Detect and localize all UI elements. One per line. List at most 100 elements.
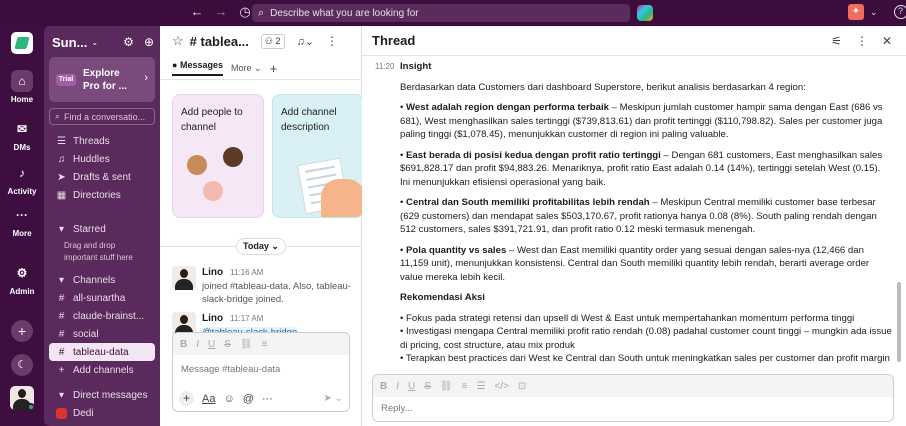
kebab-menu-icon[interactable]: ⋮ <box>856 34 868 48</box>
user-avatar[interactable] <box>10 386 34 410</box>
history-nav: ← → ◷ <box>188 4 254 20</box>
workspace-logo-icon[interactable] <box>11 32 33 54</box>
slack-ai-icon[interactable] <box>637 5 653 21</box>
rail-more[interactable]: ··· More <box>0 204 44 238</box>
insight-point: • West adalah region dengan performa ter… <box>400 102 883 140</box>
tab-messages-label: Messages <box>179 60 223 70</box>
search-placeholder: Describe what you are looking for <box>270 7 419 19</box>
composer-placeholder[interactable]: Message #tableau-data <box>173 355 349 384</box>
help-icon[interactable]: ? <box>893 5 906 19</box>
bold-icon[interactable]: B <box>180 339 187 350</box>
rail-home[interactable]: ⌂ Home <box>0 70 44 104</box>
message-composer[interactable]: B I U S ⛓ ≡ Message #tableau-data + Aa ☺… <box>172 332 350 412</box>
mention-icon[interactable]: @ <box>243 393 254 405</box>
send-icon[interactable]: ➤ ⌄ <box>323 393 343 404</box>
link-icon[interactable]: ⛓ <box>440 381 453 392</box>
add-people-card[interactable]: Add people to channel <box>172 94 264 218</box>
reply-composer[interactable]: B I U S ⛓ ≡ ☰ </> ⊡ Reply... <box>372 374 894 422</box>
rail-activity[interactable]: ♪ Activity <box>0 162 44 196</box>
italic-icon[interactable]: I <box>196 339 199 350</box>
recommendation-item: • Terapkan best practices dari West ke C… <box>400 353 890 364</box>
channel-label: social <box>73 328 99 340</box>
date-jump-button[interactable]: Today ⌄ <box>236 238 286 255</box>
add-workspace-button[interactable]: + <box>11 320 33 342</box>
chevron-down-icon[interactable]: ⌄ <box>91 38 98 47</box>
theme-moon-icon[interactable]: ☾ <box>11 354 33 376</box>
forward-arrow-icon[interactable]: → <box>212 4 230 20</box>
search-bar[interactable]: ⌕ Describe what you are looking for <box>252 4 630 22</box>
back-arrow-icon[interactable]: ← <box>188 4 206 20</box>
sidebar-item-huddles[interactable]: ♫ Huddles <box>44 150 160 168</box>
thread-settings-icon[interactable]: ⚟ <box>831 34 842 48</box>
code-block-icon[interactable]: ⊡ <box>518 381 526 392</box>
dm-label: Direct messages <box>73 389 148 401</box>
trial-banner[interactable]: Trial Explore Pro for ... › <box>49 57 155 102</box>
tab-more[interactable]: More ⌄ <box>231 63 262 74</box>
scrollbar[interactable] <box>897 282 901 362</box>
recommendation-item: • Fokus pada strategi retensi dan upsell… <box>400 312 855 324</box>
starred-header[interactable]: ▾ Starred <box>44 220 160 238</box>
more-actions-icon[interactable]: ··· <box>262 393 273 405</box>
underline-icon[interactable]: U <box>408 381 415 392</box>
find-conversation-input[interactable]: ⌕ Find a conversatio... <box>49 108 155 125</box>
settings-gear-icon[interactable]: ⚙ <box>123 35 134 49</box>
close-icon[interactable]: ✕ <box>882 34 892 48</box>
reply-placeholder[interactable]: Reply... <box>373 397 893 420</box>
message-timestamp[interactable]: 11:20 <box>375 62 394 71</box>
member-count-button[interactable]: ⚇ 2 <box>260 33 285 49</box>
text-format-icon[interactable]: Aa <box>202 393 215 405</box>
sidebar-item-channel-social[interactable]: # social <box>44 325 160 343</box>
strikethrough-icon[interactable]: S <box>224 339 231 350</box>
online-status-dot <box>27 403 34 410</box>
dm-header[interactable]: ▾ Direct messages <box>44 386 160 404</box>
rail-dms[interactable]: ✉ DMs <box>0 118 44 152</box>
channel-name[interactable]: # tablea... <box>190 34 249 49</box>
avatar[interactable] <box>172 266 196 290</box>
chevron-down-icon[interactable]: ⌄ <box>870 7 878 18</box>
search-icon: ⌕ <box>55 111 61 121</box>
sidebar-item-dm-dedi[interactable]: Dedi <box>44 404 160 422</box>
message-timestamp[interactable]: 11:17 AM <box>230 314 263 323</box>
workspace-name[interactable]: Sun... <box>52 35 87 50</box>
attach-plus-icon[interactable]: + <box>179 391 194 406</box>
card-label: Add channel description <box>281 107 337 133</box>
message-author[interactable]: Lino <box>202 313 223 324</box>
status-flag-icon[interactable]: ✦ <box>848 4 864 20</box>
underline-icon[interactable]: U <box>208 339 215 350</box>
recommendation-heading: Rekomendasi Aksi <box>400 292 485 303</box>
ordered-list-icon[interactable]: ≡ <box>462 381 468 392</box>
add-channels-button[interactable]: + Add channels <box>44 361 160 379</box>
rail-admin[interactable]: ⚙ Admin <box>0 262 44 296</box>
sidebar-item-drafts[interactable]: ➤ Drafts & sent <box>44 168 160 186</box>
directory-icon: ▦ <box>56 189 67 201</box>
italic-icon[interactable]: I <box>396 381 399 392</box>
message-timestamp[interactable]: 11:16 AM <box>230 268 263 277</box>
tab-messages[interactable]: ● Messages <box>172 60 223 76</box>
add-tab-icon[interactable]: + <box>270 61 278 76</box>
thread-pane: Thread ⚟ ⋮ ✕ 11:20 Insight Berdasarkan d… <box>362 26 906 426</box>
dm-section: ▾ Direct messages Dedi <box>44 386 160 422</box>
sidebar-item-channel-all-sunartha[interactable]: # all-sunartha <box>44 289 160 307</box>
kebab-menu-icon[interactable]: ⋮ <box>326 34 338 48</box>
sidebar-item-channel-claude[interactable]: # claude-brainst... <box>44 307 160 325</box>
strikethrough-icon[interactable]: S <box>424 381 431 392</box>
emoji-icon[interactable]: ☺ <box>223 393 234 405</box>
bold-icon[interactable]: B <box>380 381 387 392</box>
ordered-list-icon[interactable]: ≡ <box>262 339 268 350</box>
link-icon[interactable]: ⛓ <box>240 339 253 350</box>
sidebar-item-directories[interactable]: ▦ Directories <box>44 186 160 204</box>
message-author[interactable]: Lino <box>202 267 223 278</box>
add-member-icon[interactable]: ⊕ <box>144 35 154 49</box>
channels-header[interactable]: ▾ Channels <box>44 271 160 289</box>
star-icon[interactable]: ☆ <box>172 33 184 49</box>
search-icon: ⌕ <box>258 6 265 19</box>
bullet-list-icon[interactable]: ☰ <box>476 381 485 392</box>
sidebar-item-channel-tableau-data[interactable]: # tableau-data <box>49 343 155 361</box>
sidebar-item-threads[interactable]: ☰ Threads <box>44 132 160 150</box>
channels-section: ▾ Channels # all-sunartha # claude-brain… <box>44 271 160 379</box>
channels-label: Channels <box>73 274 116 286</box>
hash-icon: # <box>58 310 65 322</box>
huddle-headphones-icon[interactable]: ♫⌄ <box>297 35 314 48</box>
add-description-card[interactable]: Add channel description <box>272 94 364 218</box>
code-icon[interactable]: </> <box>494 381 508 392</box>
